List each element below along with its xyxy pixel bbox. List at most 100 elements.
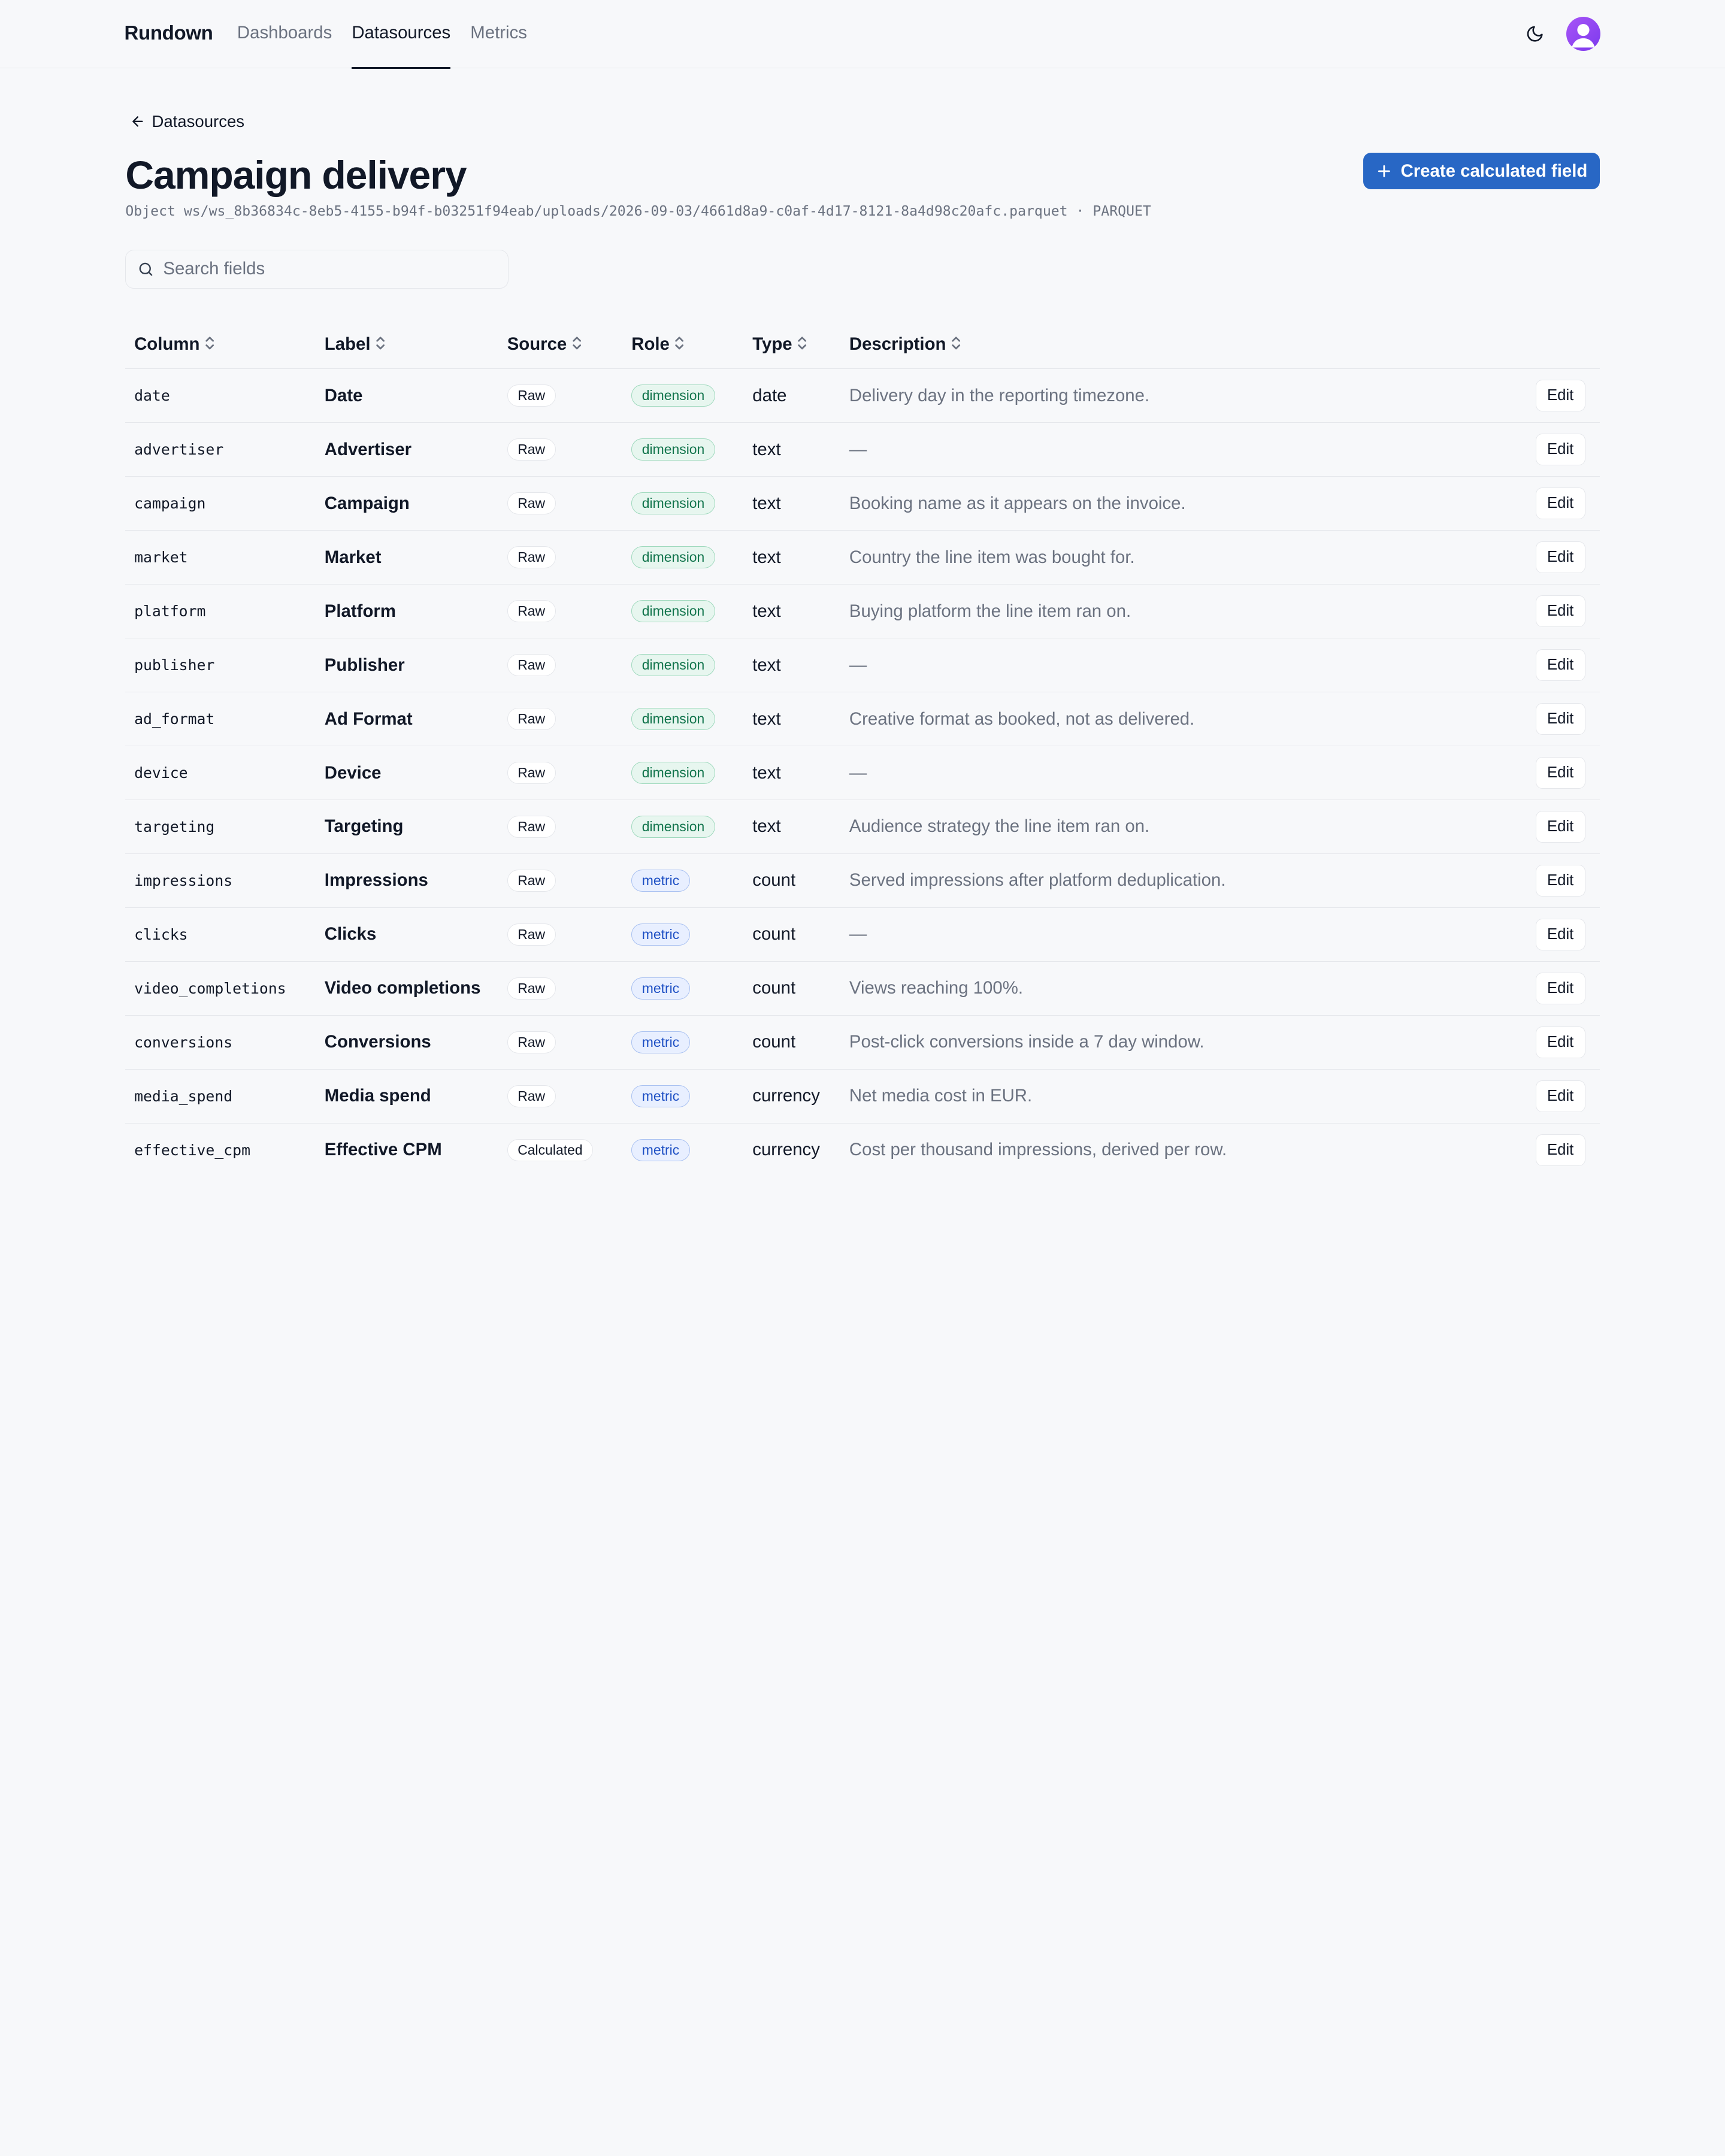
sort-icon[interactable] (674, 335, 685, 356)
table-row[interactable]: conversions Conversions Raw metric count Post… (125, 1015, 1600, 1070)
edit-button[interactable]: Edit (1535, 380, 1585, 412)
back-link[interactable]: Datasources (130, 112, 244, 131)
cell-type: text (743, 476, 841, 531)
edit-button[interactable]: Edit (1535, 756, 1585, 789)
brand-logo[interactable]: Rundown (125, 22, 213, 45)
cell-description: Cost per thousand impressions, derived p… (840, 1123, 1479, 1174)
role-badge: dimension (631, 762, 715, 785)
edit-button[interactable]: Edit (1535, 541, 1585, 574)
main-nav: Dashboards Datasources Metrics (237, 0, 547, 69)
table-row[interactable]: media_spend Media spend Raw metric currency N… (125, 1069, 1600, 1124)
create-calculated-field-button[interactable]: Create calculated field (1363, 153, 1600, 189)
nav-datasources[interactable]: Datasources (352, 0, 450, 69)
cell-column: media_spend (125, 1069, 316, 1124)
edit-button[interactable]: Edit (1535, 918, 1585, 950)
cell-role: dimension (622, 476, 744, 531)
cell-label: Video completions (316, 961, 498, 1016)
source-badge: Raw (507, 870, 556, 892)
header-type[interactable]: Type (743, 321, 841, 370)
table-row[interactable]: device Device Raw dimension text — Edit (125, 746, 1600, 800)
cell-source: Raw (498, 422, 623, 477)
role-badge: metric (631, 870, 690, 892)
cell-label: Publisher (316, 638, 498, 693)
table-row[interactable]: clicks Clicks Raw metric count — Edit (125, 907, 1600, 962)
back-link-label: Datasources (152, 112, 245, 131)
table-row[interactable]: campaign Campaign Raw dimension text Booking … (125, 476, 1600, 531)
role-badge: dimension (631, 654, 715, 677)
source-badge: Raw (507, 546, 556, 569)
main-content: Datasources Campaign delivery Create cal… (0, 68, 1725, 1174)
cell-label: Date (316, 368, 498, 423)
cell-role: dimension (622, 692, 744, 747)
edit-button[interactable]: Edit (1535, 487, 1585, 520)
table-row[interactable]: advertiser Advertiser Raw dimension text — Edi… (125, 422, 1600, 477)
table-row[interactable]: date Date Raw dimension date Delivery day in … (125, 368, 1600, 423)
header-description[interactable]: Description (840, 321, 1479, 370)
edit-button[interactable]: Edit (1535, 972, 1585, 1004)
source-badge: Calculated (507, 1139, 594, 1161)
cell-description: Booking name as it appears on the invoic… (840, 476, 1479, 531)
edit-button[interactable]: Edit (1535, 1134, 1585, 1166)
cell-source: Raw (498, 907, 623, 962)
cell-description: Delivery day in the reporting timezone. (840, 368, 1479, 423)
source-badge: Raw (507, 1085, 556, 1108)
nav-actions (1520, 16, 1601, 51)
user-avatar-icon[interactable] (1566, 16, 1601, 51)
nav-dashboards[interactable]: Dashboards (237, 0, 332, 68)
cell-type: currency (743, 1069, 841, 1124)
moon-icon[interactable] (1520, 20, 1549, 49)
edit-button[interactable]: Edit (1535, 595, 1585, 628)
search-input[interactable] (163, 259, 497, 280)
cell-type: count (743, 1015, 841, 1070)
header-role[interactable]: Role (622, 321, 744, 370)
object-path: Object ws/ws_8b36834c-8eb5-4155-b94f-b03… (125, 203, 1151, 219)
page: Rundown Dashboards Datasources Metrics D… (0, 0, 1725, 1174)
source-badge: Raw (507, 654, 556, 677)
sort-icon[interactable] (797, 335, 807, 356)
edit-button[interactable]: Edit (1535, 864, 1585, 897)
header-label: Column (134, 334, 200, 355)
cell-description: — (840, 907, 1479, 962)
edit-button[interactable]: Edit (1535, 1026, 1585, 1058)
header-column[interactable]: Column (125, 321, 316, 370)
cell-label: Advertiser (316, 422, 498, 477)
cell-type: text (743, 800, 841, 854)
cell-type: text (743, 746, 841, 800)
nav-metrics[interactable]: Metrics (470, 0, 527, 68)
cell-role: metric (622, 1069, 744, 1124)
role-badge: dimension (631, 384, 715, 407)
table-row[interactable]: video_completions Video completions Raw met… (125, 961, 1600, 1016)
table-row[interactable]: publisher Publisher Raw dimension text — Edit (125, 638, 1600, 693)
cell-role: metric (622, 907, 744, 962)
header-actions (1479, 321, 1600, 370)
edit-button[interactable]: Edit (1535, 649, 1585, 682)
sort-icon[interactable] (951, 335, 961, 356)
cell-description: Served impressions after platform dedupl… (840, 853, 1479, 908)
edit-button[interactable]: Edit (1535, 703, 1585, 735)
table-row[interactable]: impressions Impressions Raw metric count Serv… (125, 853, 1600, 908)
cell-type: currency (743, 1123, 841, 1174)
cell-role: dimension (622, 530, 744, 585)
cell-label: Platform (316, 584, 498, 639)
header-label: Description (849, 334, 946, 355)
table-row[interactable]: platform Platform Raw dimension text Buying p… (125, 584, 1600, 639)
table-row[interactable]: ad_format Ad Format Raw dimension text Creati… (125, 692, 1600, 747)
edit-button[interactable]: Edit (1535, 1080, 1585, 1112)
page-title: Campaign delivery (125, 153, 467, 198)
cell-actions: Edit (1479, 746, 1600, 800)
table-row[interactable]: effective_cpm Effective CPM Calculated metr… (125, 1123, 1600, 1174)
cell-label: Conversions (316, 1015, 498, 1070)
table-row[interactable]: market Market Raw dimension text Country the … (125, 530, 1600, 585)
header-label[interactable]: Label (316, 321, 498, 370)
edit-button[interactable]: Edit (1535, 810, 1585, 843)
cell-column: publisher (125, 638, 316, 693)
header-source[interactable]: Source (498, 321, 623, 370)
cell-description: Creative format as booked, not as delive… (840, 692, 1479, 747)
table-row[interactable]: targeting Targeting Raw dimension text Audien… (125, 800, 1600, 854)
edit-button[interactable]: Edit (1535, 434, 1585, 466)
cell-source: Raw (498, 638, 623, 693)
sort-icon[interactable] (204, 335, 215, 356)
sort-icon[interactable] (375, 335, 386, 356)
cell-column: impressions (125, 853, 316, 908)
sort-icon[interactable] (571, 335, 582, 356)
